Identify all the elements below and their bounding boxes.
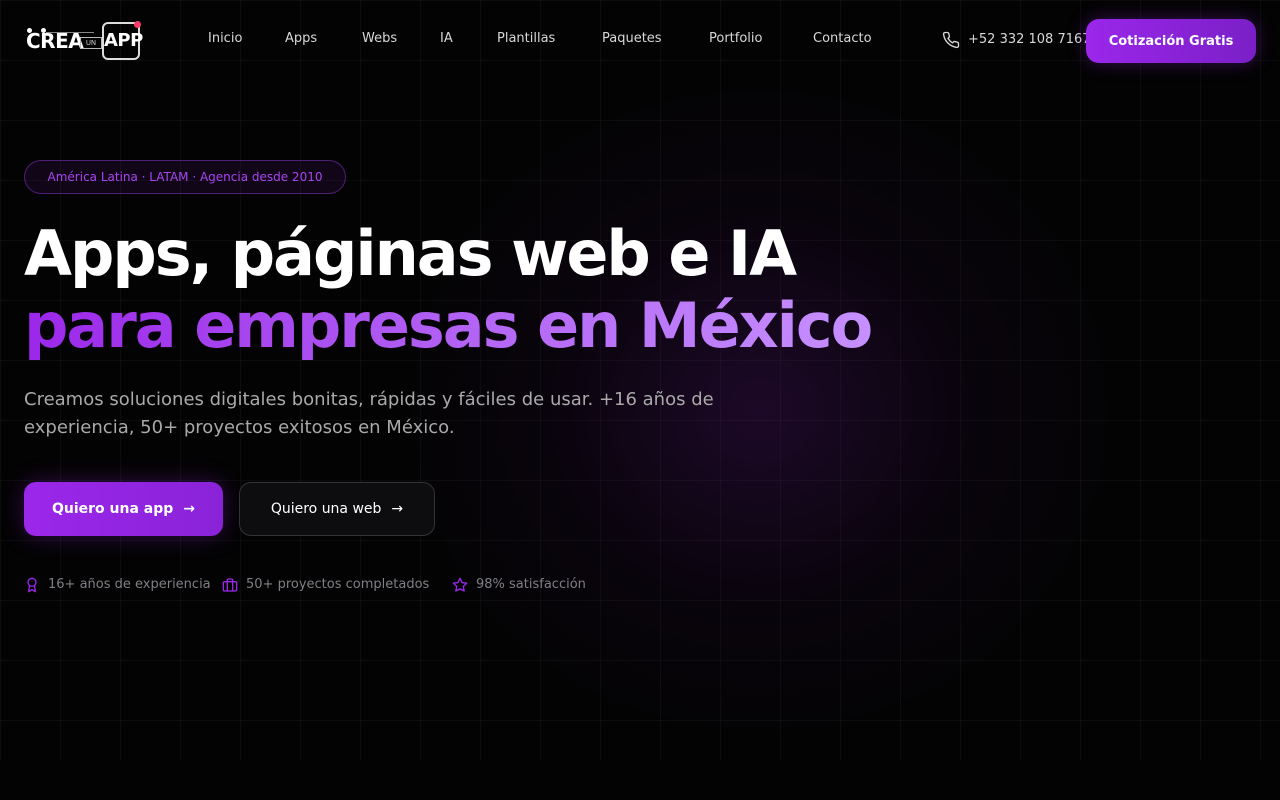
site-header: CREA UN APP Inicio Apps Webs IA Plantill… [0, 0, 1280, 82]
hero-subtitle: Creamos soluciones digitales bonitas, rá… [24, 389, 714, 438]
nav-item-paquetes[interactable]: Paquetes [602, 31, 662, 46]
nav-item-plantillas[interactable]: Plantillas [497, 31, 555, 46]
quiero-web-button[interactable]: Quiero una web → [239, 482, 435, 536]
logo-text-crea: CREA [26, 29, 84, 53]
quiero-app-label: Quiero una app [51, 501, 174, 517]
logo[interactable]: CREA UN APP [24, 20, 143, 62]
quiero-web-label: Quiero una web [270, 501, 382, 517]
stat-projects-label: 50+ proyectos completados [246, 577, 430, 592]
nav-item-webs[interactable]: Webs [362, 31, 397, 46]
nav-item-ia[interactable]: IA [440, 31, 453, 46]
phone-number: +52 332 108 7167 [968, 32, 1091, 47]
arrow-right-icon: → [391, 501, 404, 517]
quiero-app-button[interactable]: Quiero una app → [24, 482, 223, 536]
stat-experience-label: 16+ años de experiencia [48, 577, 211, 592]
briefcase-icon [222, 578, 238, 592]
logo-text-app: APP [104, 30, 143, 51]
nav-item-inicio[interactable]: Inicio [208, 31, 242, 46]
hero-title-line1: Apps, páginas web e IA [24, 217, 797, 290]
phone-icon [942, 31, 960, 49]
cotizacion-button[interactable]: Cotización Gratis [1086, 19, 1256, 63]
hero-title-line2: para empresas en México [24, 289, 873, 362]
nav-item-apps[interactable]: Apps [285, 31, 317, 46]
nav-item-contacto[interactable]: Contacto [813, 31, 872, 46]
hero-title: Apps, páginas web e IA para empresas en … [24, 217, 873, 362]
location-badge: América Latina · LATAM · Agencia desde 2… [24, 160, 346, 194]
arrow-right-icon: → [183, 501, 196, 517]
logo-notification-dot [134, 21, 141, 28]
star-icon [452, 577, 468, 592]
logo-text-un: UN [80, 37, 102, 49]
award-icon [27, 577, 37, 593]
stat-satisfaction-label: 98% satisfacción [476, 577, 586, 592]
nav-item-portfolio[interactable]: Portfolio [709, 31, 762, 46]
